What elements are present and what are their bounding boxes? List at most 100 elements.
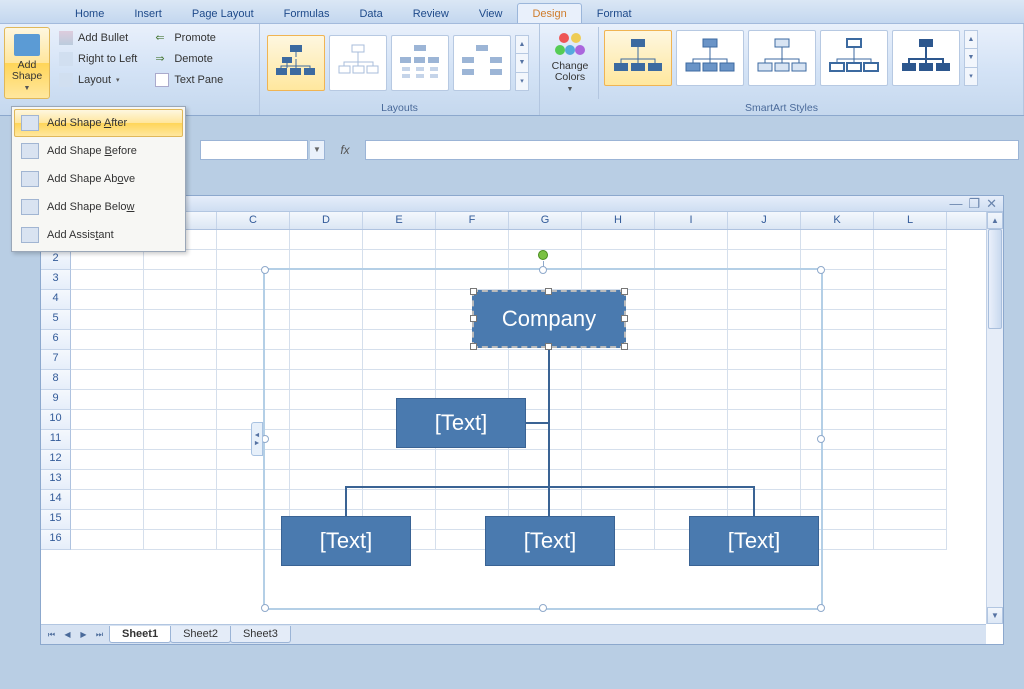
tab-insert[interactable]: Insert: [119, 3, 177, 23]
cell[interactable]: [144, 270, 217, 290]
cell[interactable]: [144, 250, 217, 270]
style-option-4[interactable]: [820, 30, 888, 86]
minimize-button[interactable]: —: [949, 196, 962, 211]
sheet-nav-next[interactable]: ▶: [76, 627, 91, 643]
layout-option-2[interactable]: [329, 35, 387, 91]
shape-handle[interactable]: [621, 343, 628, 350]
column-header[interactable]: D: [290, 212, 363, 229]
gallery-down-button[interactable]: ▼: [965, 49, 977, 67]
cell[interactable]: [874, 370, 947, 390]
cell[interactable]: [874, 410, 947, 430]
cell[interactable]: [71, 510, 144, 530]
sheet-tab-1[interactable]: Sheet1: [109, 626, 171, 643]
shape-handle[interactable]: [545, 288, 552, 295]
cell[interactable]: [874, 350, 947, 370]
resize-handle[interactable]: [817, 266, 825, 274]
resize-handle[interactable]: [539, 266, 547, 274]
cell[interactable]: [874, 270, 947, 290]
menu-item[interactable]: Add Shape Below: [14, 193, 183, 221]
cell[interactable]: [874, 330, 947, 350]
sheet-nav-prev[interactable]: ◀: [60, 627, 75, 643]
cell[interactable]: [71, 390, 144, 410]
menu-item[interactable]: Add Shape After: [14, 109, 183, 137]
cell[interactable]: [801, 250, 874, 270]
cell[interactable]: [71, 270, 144, 290]
cell[interactable]: [874, 490, 947, 510]
fx-icon[interactable]: fx: [327, 143, 363, 157]
change-colors-button[interactable]: Change Colors ▼: [544, 27, 596, 99]
org-node-child-1[interactable]: [Text]: [281, 516, 411, 566]
column-header[interactable]: J: [728, 212, 801, 229]
cell[interactable]: [71, 370, 144, 390]
cell[interactable]: [582, 250, 655, 270]
resize-handle[interactable]: [817, 604, 825, 612]
shape-handle[interactable]: [621, 315, 628, 322]
resize-handle[interactable]: [261, 604, 269, 612]
row-header[interactable]: 16: [41, 530, 71, 550]
cell[interactable]: [874, 290, 947, 310]
cell[interactable]: [363, 250, 436, 270]
cell[interactable]: [655, 230, 728, 250]
row-header[interactable]: 6: [41, 330, 71, 350]
column-header[interactable]: I: [655, 212, 728, 229]
row-header[interactable]: 7: [41, 350, 71, 370]
cell[interactable]: [217, 230, 290, 250]
name-box[interactable]: [200, 140, 308, 160]
gallery-up-button[interactable]: ▲: [516, 36, 528, 54]
cell[interactable]: [71, 430, 144, 450]
cell[interactable]: [144, 450, 217, 470]
shape-handle[interactable]: [470, 315, 477, 322]
row-header[interactable]: 15: [41, 510, 71, 530]
cell[interactable]: [144, 510, 217, 530]
restore-button[interactable]: ❐: [968, 196, 980, 212]
tab-format[interactable]: Format: [582, 3, 647, 23]
gallery-up-button[interactable]: ▲: [965, 31, 977, 49]
style-option-2[interactable]: [676, 30, 744, 86]
cell[interactable]: [436, 230, 509, 250]
menu-item[interactable]: Add Shape Above: [14, 165, 183, 193]
cell[interactable]: [71, 470, 144, 490]
row-header[interactable]: 13: [41, 470, 71, 490]
row-header[interactable]: 3: [41, 270, 71, 290]
cell[interactable]: [290, 250, 363, 270]
cell[interactable]: [144, 370, 217, 390]
gallery-down-button[interactable]: ▼: [516, 54, 528, 72]
add-shape-button[interactable]: Add Shape ▼: [4, 27, 50, 99]
cell[interactable]: [217, 250, 290, 270]
cell[interactable]: [144, 430, 217, 450]
cell[interactable]: [874, 390, 947, 410]
close-button[interactable]: ✕: [986, 196, 997, 212]
shape-handle[interactable]: [470, 288, 477, 295]
menu-item[interactable]: Add Assistant: [14, 221, 183, 249]
column-header[interactable]: G: [509, 212, 582, 229]
cell[interactable]: [874, 450, 947, 470]
rotation-handle[interactable]: [538, 250, 548, 260]
row-header[interactable]: 5: [41, 310, 71, 330]
cell[interactable]: [71, 490, 144, 510]
tab-data[interactable]: Data: [344, 3, 397, 23]
cell[interactable]: [71, 450, 144, 470]
layout-button[interactable]: Layout▾: [53, 70, 143, 90]
cell[interactable]: [144, 290, 217, 310]
scroll-up-button[interactable]: ▲: [987, 212, 1003, 229]
cell[interactable]: [874, 530, 947, 550]
cell[interactable]: [144, 390, 217, 410]
cell[interactable]: [71, 310, 144, 330]
cell[interactable]: [144, 530, 217, 550]
cell[interactable]: [582, 230, 655, 250]
cell[interactable]: [144, 310, 217, 330]
scroll-down-button[interactable]: ▼: [987, 607, 1003, 624]
formula-input[interactable]: [365, 140, 1019, 160]
tab-view[interactable]: View: [464, 3, 518, 23]
org-node-company[interactable]: Company: [472, 290, 626, 348]
cell[interactable]: [874, 310, 947, 330]
menu-item[interactable]: Add Shape Before: [14, 137, 183, 165]
tab-home[interactable]: Home: [60, 3, 119, 23]
cell[interactable]: [874, 470, 947, 490]
cell[interactable]: [71, 530, 144, 550]
row-header[interactable]: 14: [41, 490, 71, 510]
column-header[interactable]: K: [801, 212, 874, 229]
org-node-child-2[interactable]: [Text]: [485, 516, 615, 566]
cell[interactable]: [144, 410, 217, 430]
row-header[interactable]: 8: [41, 370, 71, 390]
